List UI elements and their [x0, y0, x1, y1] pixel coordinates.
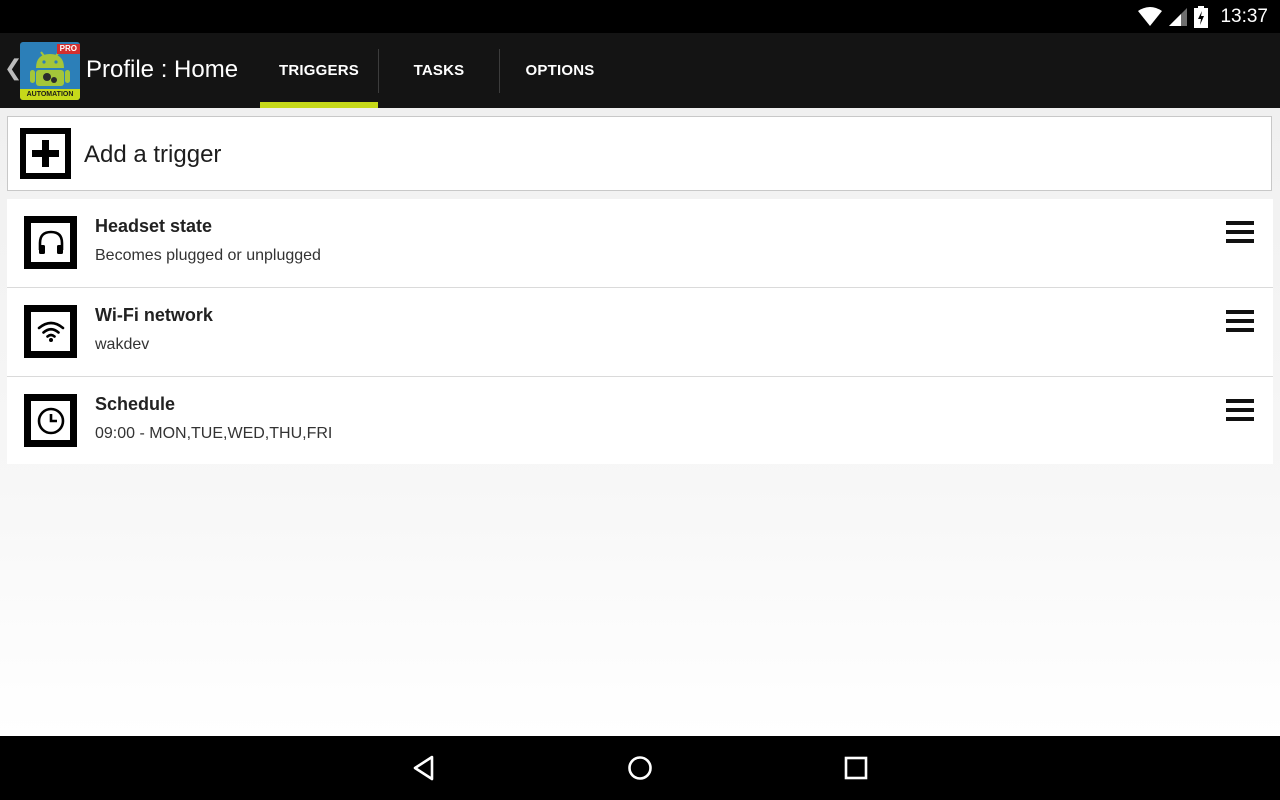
action-bar: ❮ PRO AUTOMATION Profile : Home TRIGGERS…: [0, 33, 1280, 108]
trigger-subtitle: 09:00 - MON,TUE,WED,THU,FRI: [95, 425, 333, 442]
drag-handle-icon[interactable]: [1226, 221, 1254, 245]
clock-icon: [24, 394, 77, 447]
add-trigger-button[interactable]: Add a trigger: [7, 116, 1272, 191]
navigation-bar: [0, 736, 1280, 800]
headphones-icon: [24, 216, 77, 269]
pro-badge: PRO: [56, 44, 80, 54]
battery-charging-icon: [1194, 5, 1209, 28]
home-icon[interactable]: [626, 754, 654, 782]
cell-signal-icon: [1169, 7, 1188, 26]
tab-bar: TRIGGERS TASKS OPTIONS: [260, 33, 620, 108]
trigger-title: Wi-Fi network: [95, 305, 213, 325]
trigger-list: Headset state Becomes plugged or unplugg…: [7, 199, 1273, 464]
trigger-subtitle: Becomes plugged or unplugged: [95, 247, 321, 264]
tab-options[interactable]: OPTIONS: [500, 33, 620, 108]
app-logo-banner: AUTOMATION: [20, 89, 80, 100]
status-bar: 13:37: [0, 0, 1280, 33]
back-icon[interactable]: [410, 754, 438, 782]
trigger-row-schedule[interactable]: Schedule 09:00 - MON,TUE,WED,THU,FRI: [7, 377, 1273, 464]
trigger-subtitle: wakdev: [95, 336, 150, 353]
tab-triggers[interactable]: TRIGGERS: [260, 33, 378, 108]
plus-box-icon: [20, 128, 71, 179]
trigger-row-headset[interactable]: Headset state Becomes plugged or unplugg…: [7, 199, 1273, 288]
content-area: Add a trigger Headset state Becomes plug…: [0, 108, 1280, 736]
status-time: 13:37: [1220, 5, 1268, 27]
drag-handle-icon[interactable]: [1226, 310, 1254, 334]
trigger-title: Schedule: [95, 394, 176, 414]
trigger-title: Headset state: [95, 216, 213, 236]
tab-tasks[interactable]: TASKS: [379, 33, 499, 108]
drag-handle-icon[interactable]: [1226, 399, 1254, 423]
app-logo[interactable]: PRO AUTOMATION: [20, 42, 80, 100]
status-icons: 13:37: [1138, 0, 1268, 33]
page-title: Profile : Home: [86, 56, 239, 83]
recents-icon[interactable]: [842, 754, 870, 782]
add-trigger-label: Add a trigger: [84, 141, 222, 168]
wifi-signal-icon: [1138, 6, 1163, 26]
trigger-row-wifi[interactable]: Wi-Fi network wakdev: [7, 288, 1273, 377]
wifi-icon: [24, 305, 77, 358]
